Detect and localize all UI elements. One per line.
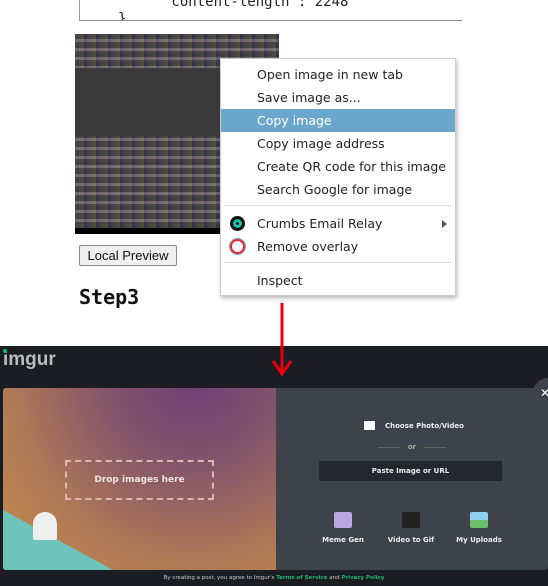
menu-item-search-google[interactable]: Search Google for image [221, 178, 455, 201]
red-arrow-annotation [271, 303, 293, 377]
privacy-link[interactable]: Privacy Policy [341, 575, 384, 581]
menu-item-open-new-tab[interactable]: Open image in new tab [221, 63, 455, 86]
menu-label: Open image in new tab [257, 67, 403, 82]
imgur-upload-page: imgur Drop images here Choose Photo/Vide… [0, 346, 548, 586]
hill-illustration [3, 510, 113, 570]
menu-label: Save image as... [257, 90, 361, 105]
menu-item-crumbs[interactable]: Crumbs Email Relay [221, 212, 455, 235]
menu-item-inspect[interactable]: Inspect [221, 269, 455, 292]
menu-item-copy-image[interactable]: Copy image [221, 109, 455, 132]
code-line: "content-length": 2248 [163, 0, 349, 10]
menu-item-save-image[interactable]: Save image as... [221, 86, 455, 109]
terms-link[interactable]: Terms of Service [276, 575, 327, 581]
choose-photo-button[interactable]: Choose Photo/Video [364, 421, 464, 430]
imgur-logo[interactable]: imgur [3, 349, 56, 371]
local-preview-button[interactable]: Local Preview [79, 245, 177, 266]
menu-label: Search Google for image [257, 182, 413, 197]
tool-label: Meme Gen [322, 536, 364, 544]
or-divider: or [276, 443, 548, 451]
menu-item-copy-address[interactable]: Copy image address [221, 132, 455, 155]
no-entry-icon [230, 239, 245, 254]
menu-label: Copy image address [257, 136, 385, 151]
menu-label: Remove overlay [257, 239, 359, 254]
observatory-illustration [33, 512, 57, 540]
drop-area[interactable]: Drop images here [3, 388, 276, 570]
upload-panel: Drop images here Choose Photo/Video or P… [3, 388, 548, 570]
choose-label: Choose Photo/Video [385, 421, 464, 430]
photos-icon [470, 512, 488, 528]
footer-text: By creating a post, you agree to Imgur's [163, 575, 275, 581]
photo-icon [364, 421, 375, 430]
camera-icon [402, 512, 420, 528]
footer-text: and [329, 575, 340, 581]
my-uploads-button[interactable]: My Uploads [449, 512, 509, 544]
menu-label: Crumbs Email Relay [257, 216, 383, 231]
terms-footer: By creating a post, you agree to Imgur's… [0, 575, 548, 581]
paste-url-button[interactable]: Paste Image or URL [319, 461, 502, 481]
crumbs-icon [230, 216, 245, 231]
tool-label: Video to Gif [387, 536, 435, 544]
submenu-arrow-icon [442, 220, 447, 228]
tool-label: My Uploads [456, 536, 502, 544]
upload-options: Choose Photo/Video or Paste Image or URL… [276, 388, 548, 570]
context-menu: Open image in new tab Save image as... C… [220, 58, 456, 296]
menu-label: Copy image [257, 113, 332, 128]
menu-label: Create QR code for this image [257, 159, 447, 174]
step-heading: Step3 [79, 285, 140, 309]
code-block: "content-length": 2248 } [79, 0, 462, 21]
menu-separator [225, 205, 451, 206]
video-to-gif-button[interactable]: Video to Gif [381, 512, 441, 544]
menu-label: Inspect [257, 273, 303, 288]
drop-zone[interactable]: Drop images here [65, 460, 214, 500]
meme-icon [334, 512, 352, 528]
menu-item-remove-overlay[interactable]: Remove overlay [221, 235, 455, 258]
menu-item-qr-code[interactable]: Create QR code for this image [221, 155, 455, 178]
menu-separator [225, 262, 451, 263]
code-line: } [118, 11, 127, 20]
meme-gen-button[interactable]: Meme Gen [313, 512, 373, 544]
